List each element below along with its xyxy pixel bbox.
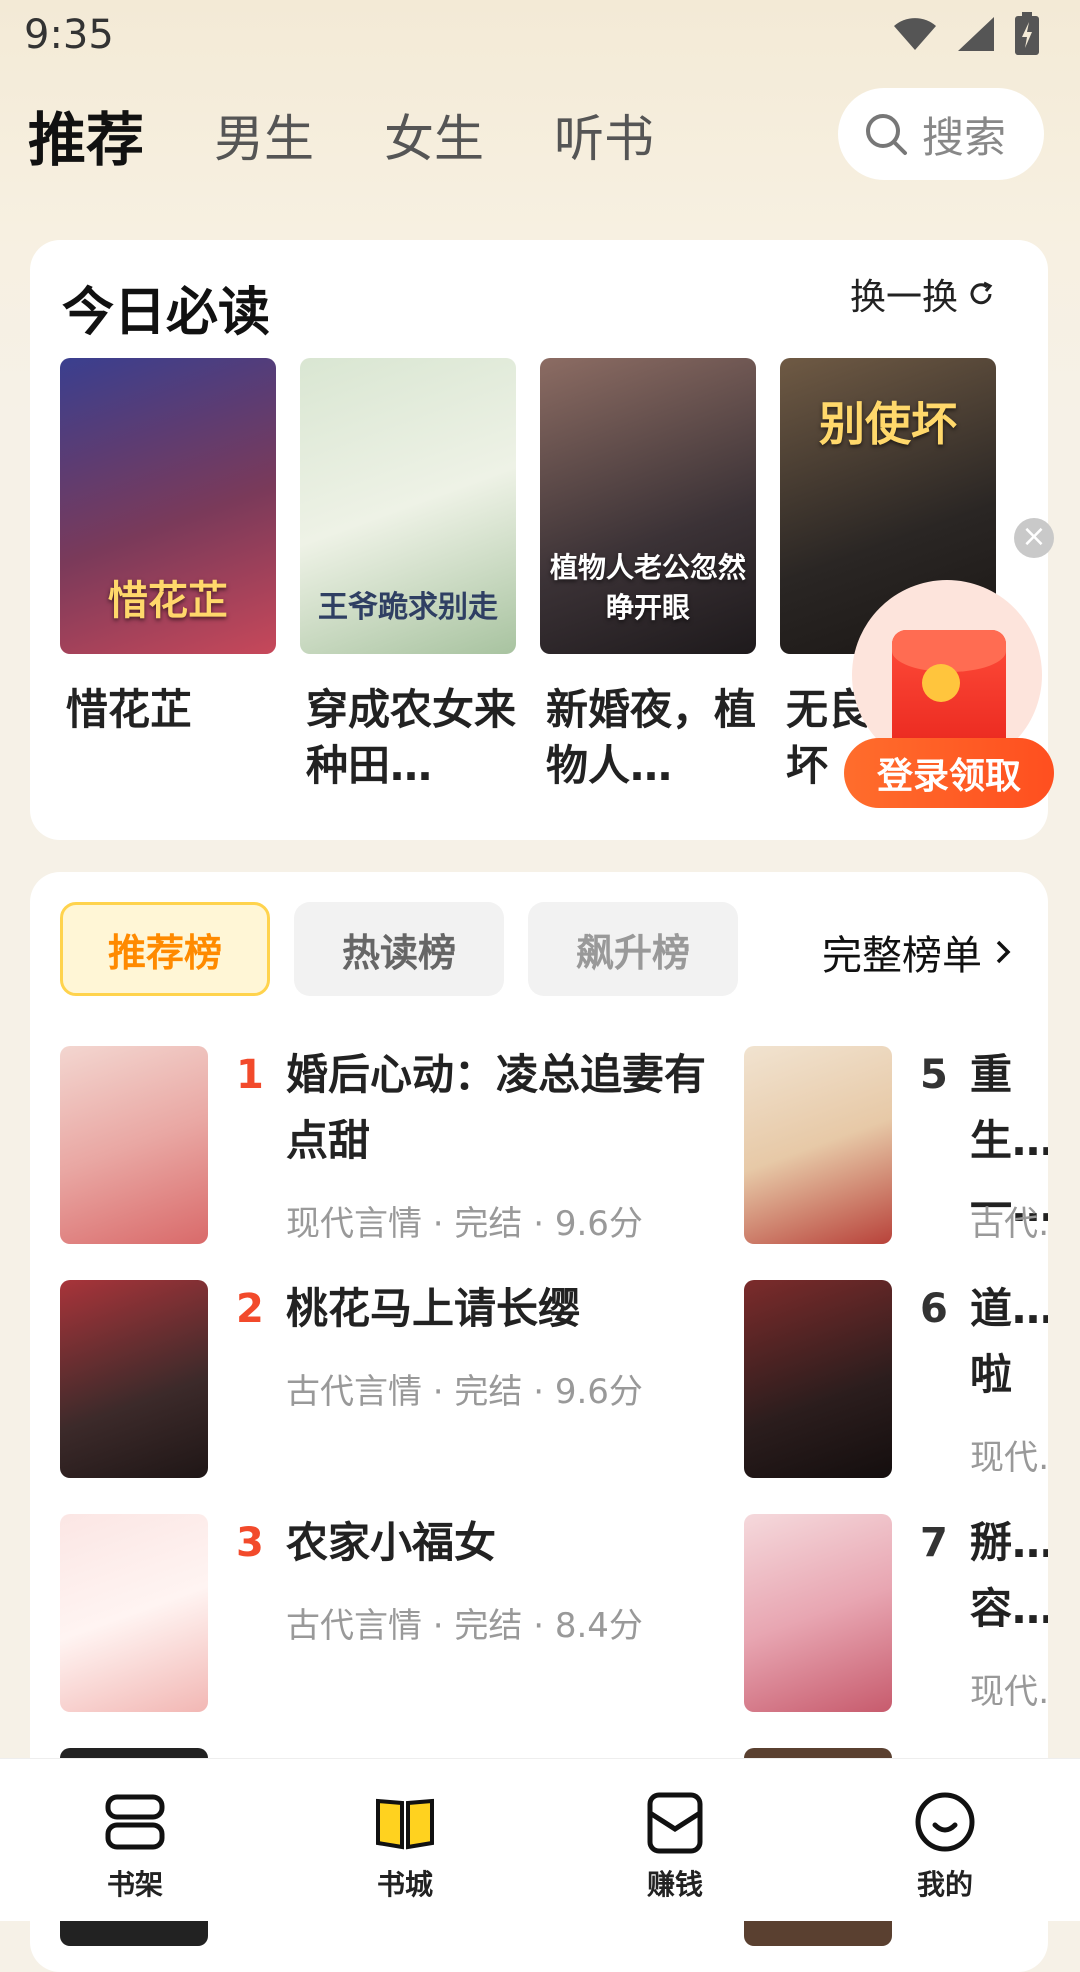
- nav-bookstore[interactable]: 书城: [270, 1759, 540, 1921]
- bottom-navigation: 书架 书城 赚钱 我的: [0, 1758, 1080, 1921]
- rank-number: 6: [920, 1286, 948, 1332]
- list-item[interactable]: 7 掰…容… 现代…: [744, 1514, 1048, 1714]
- refresh-button[interactable]: 换一换: [850, 268, 996, 320]
- list-item[interactable]: 1 婚后心动：凌总追妻有点甜 现代言情 · 完结 · 9.6分: [60, 1046, 720, 1246]
- book-cover[interactable]: 植物人老公忽然睁开眼: [540, 358, 756, 654]
- list-item[interactable]: 5 重生…一… 古代…: [744, 1046, 1048, 1246]
- search-bar[interactable]: 搜索: [838, 88, 1044, 180]
- book-cover[interactable]: [60, 1280, 208, 1478]
- cover-title: 王爷跪求别走: [318, 590, 498, 625]
- book-cover[interactable]: [744, 1514, 892, 1712]
- must-read-title: 今日必读: [62, 283, 271, 343]
- rank-number: 3: [236, 1520, 264, 1566]
- book-cover[interactable]: [744, 1280, 892, 1478]
- cover-title: 植物人老公忽然睁开眼: [549, 551, 746, 624]
- nav-label: 书城: [376, 1868, 433, 1901]
- rank-number: 5: [920, 1052, 948, 1098]
- book-name: 惜花芷: [66, 685, 193, 734]
- status-time: 9:35: [24, 12, 114, 58]
- status-bar: 9:35: [0, 0, 1080, 70]
- tab-female[interactable]: 女生: [384, 99, 484, 171]
- chevron-right-icon: [996, 940, 1011, 964]
- book-cover[interactable]: [60, 1514, 208, 1712]
- refresh-label: 换一换: [849, 277, 958, 318]
- book-title: 道…啦: [970, 1284, 1048, 1399]
- full-list-label: 完整榜单: [822, 933, 982, 979]
- close-icon[interactable]: ×: [1014, 518, 1054, 558]
- book-meta: 古代言情 · 完结 · 8.4分: [286, 1606, 643, 1646]
- book-cover[interactable]: [60, 1046, 208, 1244]
- coin-icon: [922, 664, 960, 702]
- nav-bookshelf[interactable]: 书架: [0, 1759, 270, 1921]
- book-item[interactable]: 王爷跪求别走 穿成农女来种田…: [300, 358, 516, 794]
- cover-title: 惜花芷: [108, 577, 228, 624]
- nav-label: 书架: [106, 1868, 163, 1901]
- ranking-tab-bar: 推荐榜 热读榜 飙升榜: [60, 902, 738, 996]
- refresh-icon: [970, 281, 993, 305]
- book-meta: 古代言情 · 完结 · 9.6分: [286, 1372, 643, 1412]
- top-tab-bar: 推荐 男生 女生 听书: [21, 93, 724, 177]
- book-title: 农家小福女: [286, 1518, 497, 1567]
- bookshelf-icon: [105, 1794, 165, 1850]
- list-item[interactable]: 6 道…啦 现代…: [744, 1280, 1048, 1480]
- wallet-icon: [647, 1792, 703, 1854]
- book-item[interactable]: 惜花芷 惜花芷: [60, 358, 276, 794]
- tab-male[interactable]: 男生: [214, 99, 314, 171]
- book-title: 婚后心动：凌总追妻有点甜: [286, 1050, 707, 1165]
- tab-audiobook[interactable]: 听书: [554, 99, 654, 171]
- signal-icon: [958, 17, 994, 51]
- nav-profile[interactable]: 我的: [810, 1759, 1080, 1921]
- rank-number: 1: [236, 1052, 264, 1098]
- book-meta: 古代…: [970, 1204, 1048, 1244]
- book-cover[interactable]: 惜花芷: [60, 358, 276, 654]
- search-placeholder: 搜索: [922, 112, 1007, 162]
- book-cover[interactable]: [744, 1046, 892, 1244]
- book-item[interactable]: 植物人老公忽然睁开眼 新婚夜，植物人…: [540, 358, 756, 794]
- nav-label: 我的: [916, 1868, 973, 1901]
- list-item[interactable]: 2 桃花马上请长缨 古代言情 · 完结 · 9.6分: [60, 1280, 720, 1480]
- login-reward-promo[interactable]: 登录领取: [840, 580, 1060, 820]
- status-icons: [892, 12, 1040, 56]
- rank-number: 2: [236, 1286, 264, 1332]
- tab-rising-ranking[interactable]: 飙升榜: [528, 902, 738, 996]
- book-title: 桃花马上请长缨: [286, 1284, 581, 1333]
- battery-icon: [1015, 12, 1039, 55]
- tab-hot-ranking[interactable]: 热读榜: [294, 902, 504, 996]
- book-meta: 现代…: [970, 1438, 1048, 1478]
- book-cover[interactable]: 王爷跪求别走: [300, 358, 516, 654]
- book-title: 掰…容…: [970, 1518, 1048, 1633]
- tab-recommend-ranking[interactable]: 推荐榜: [60, 902, 270, 996]
- book-meta: 现代言情 · 完结 · 9.6分: [286, 1204, 643, 1244]
- cover-title: 别使坏: [819, 397, 957, 451]
- book-meta: 现代…: [970, 1672, 1048, 1712]
- nav-earn[interactable]: 赚钱: [540, 1759, 810, 1921]
- book-name: 新婚夜，植物人…: [546, 685, 756, 790]
- tab-recommend[interactable]: 推荐: [21, 93, 144, 177]
- wifi-icon: [894, 18, 936, 50]
- rank-number: 7: [920, 1520, 948, 1566]
- book-name: 穿成农女来种田…: [306, 685, 516, 790]
- nav-label: 赚钱: [646, 1868, 703, 1901]
- book-open-icon: [376, 1798, 434, 1850]
- search-icon: [866, 114, 907, 155]
- list-item[interactable]: 3 农家小福女 古代言情 · 完结 · 8.4分: [60, 1514, 720, 1714]
- profile-icon: [915, 1792, 975, 1852]
- login-reward-button[interactable]: 登录领取: [844, 738, 1054, 808]
- full-list-link[interactable]: 完整榜单: [796, 922, 1014, 982]
